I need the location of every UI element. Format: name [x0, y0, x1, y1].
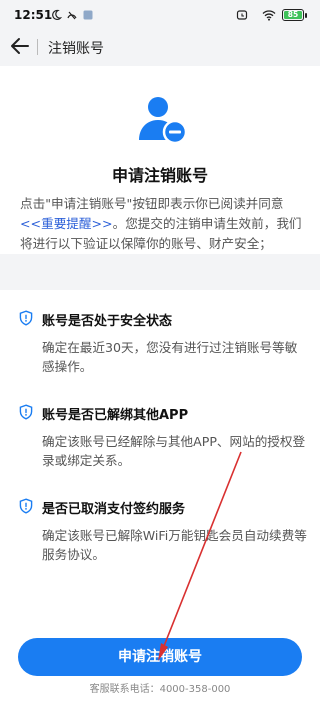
status-bar: 12:51 85	[0, 0, 320, 30]
notification-icon	[83, 10, 93, 20]
do-not-disturb-icon	[67, 11, 77, 20]
main-heading: 申请注销账号	[111, 166, 208, 185]
alarm-icon	[236, 10, 248, 20]
shield-check-icon	[19, 404, 33, 420]
check-description: 确定该账号已经解除与其他APP、网站的授权登录或绑定关系。	[42, 434, 306, 468]
user-remove-icon	[139, 97, 188, 145]
check-title: 是否已取消支付签约服务	[42, 502, 186, 517]
battery-tip	[305, 13, 307, 18]
battery-level: 85	[284, 11, 302, 19]
shield-check-icon	[19, 498, 33, 514]
page-title: 注销账号	[48, 41, 104, 57]
status-time: 12:51	[14, 8, 53, 22]
check-description: 确定在最近30天，您没有进行过注销账号等敏感操作。	[42, 340, 298, 374]
nav-divider	[37, 39, 38, 55]
important-reminder-link[interactable]: <<重要提醒>>	[20, 216, 113, 231]
back-button[interactable]	[8, 34, 32, 58]
wifi-icon	[262, 10, 276, 21]
check-description: 确定该账号已解除WiFi万能钥匙会员自动续费等服务协议。	[42, 528, 307, 562]
section-separator	[0, 254, 320, 290]
nav-bar: 注销账号	[0, 30, 320, 66]
apply-cancel-account-button[interactable]: 申请注销账号	[18, 638, 302, 676]
customer-service-hotline: 客服联系电话：4000-358-000	[89, 684, 231, 695]
shield-check-icon	[19, 310, 33, 326]
check-title: 账号是否处于安全状态	[42, 314, 173, 329]
battery-icon: 85	[282, 9, 304, 21]
notice-prefix: 点击"申请注销账号"按钮即表示你已阅读并同意	[20, 196, 284, 211]
agreement-notice: 点击"申请注销账号"按钮即表示你已阅读并同意 <<重要提醒>>。您提交的注销申请…	[20, 194, 304, 254]
moon-icon	[52, 9, 62, 21]
check-title: 账号是否已解绑其他APP	[42, 408, 189, 423]
